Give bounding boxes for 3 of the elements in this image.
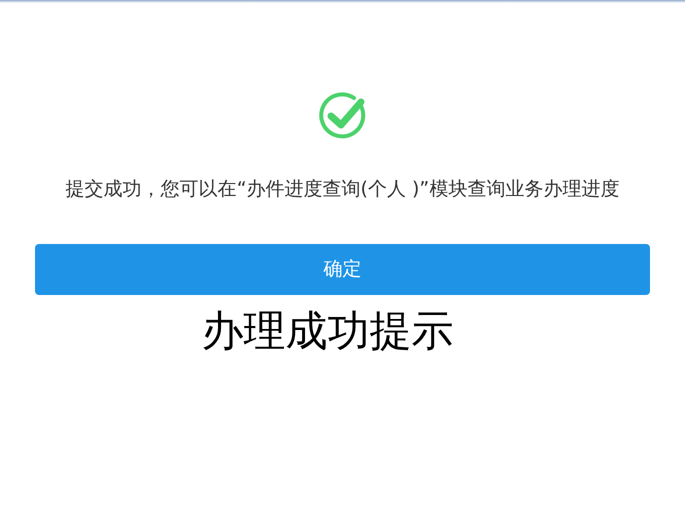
caption: 办理成功提示 — [202, 304, 454, 356]
confirm-button[interactable]: 确定 — [35, 244, 650, 294]
success-message: 提交成功，您可以在“办件进度查询(个人 )”模块查询业务办理进度 — [66, 177, 620, 202]
